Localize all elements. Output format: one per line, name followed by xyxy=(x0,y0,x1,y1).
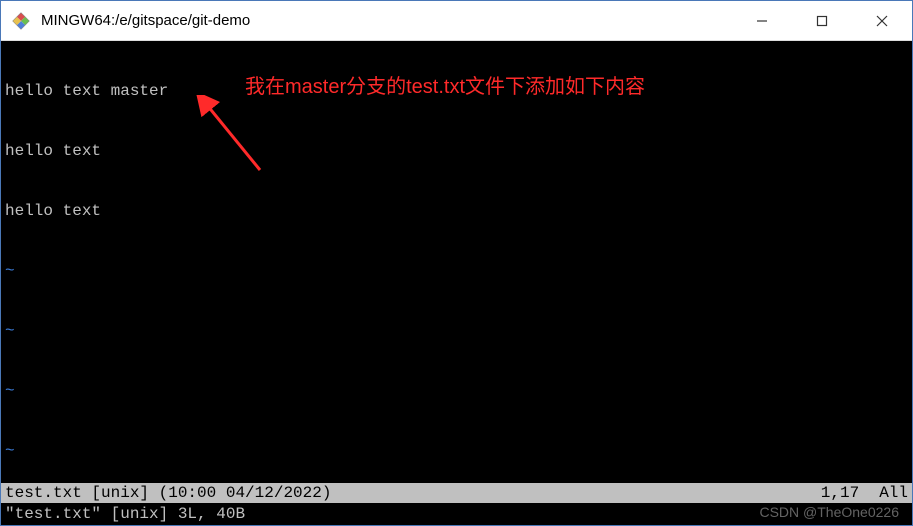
app-window: MINGW64:/e/gitspace/git-demo hello text … xyxy=(0,0,913,526)
terminal-area[interactable]: hello text master hello text hello text … xyxy=(1,41,912,525)
status-cursor-pos: 1,17 xyxy=(821,483,859,503)
text-line: hello text master xyxy=(5,81,908,101)
vim-status: test.txt [unix] (10:00 04/12/2022) 1,17 … xyxy=(1,483,912,525)
vim-tilde: ~ xyxy=(5,261,908,281)
text-line: hello text xyxy=(5,141,908,161)
vim-status-line: test.txt [unix] (10:00 04/12/2022) 1,17 … xyxy=(1,483,912,503)
editor-content: hello text master hello text hello text … xyxy=(1,41,912,525)
vim-command-line: "test.txt" [unix] 3L, 40B xyxy=(1,503,912,525)
vim-tilde: ~ xyxy=(5,381,908,401)
maximize-button[interactable] xyxy=(792,1,852,40)
titlebar[interactable]: MINGW64:/e/gitspace/git-demo xyxy=(1,1,912,41)
vim-tilde: ~ xyxy=(5,321,908,341)
window-title: MINGW64:/e/gitspace/git-demo xyxy=(41,12,732,29)
vim-tilde: ~ xyxy=(5,441,908,461)
text-cursor xyxy=(168,82,170,100)
status-file-info: test.txt [unix] (10:00 04/12/2022) xyxy=(5,483,331,503)
window-controls xyxy=(732,1,912,40)
status-scroll: All xyxy=(879,483,908,503)
minimize-button[interactable] xyxy=(732,1,792,40)
app-icon xyxy=(11,11,31,31)
text-line: hello text xyxy=(5,201,908,221)
close-button[interactable] xyxy=(852,1,912,40)
